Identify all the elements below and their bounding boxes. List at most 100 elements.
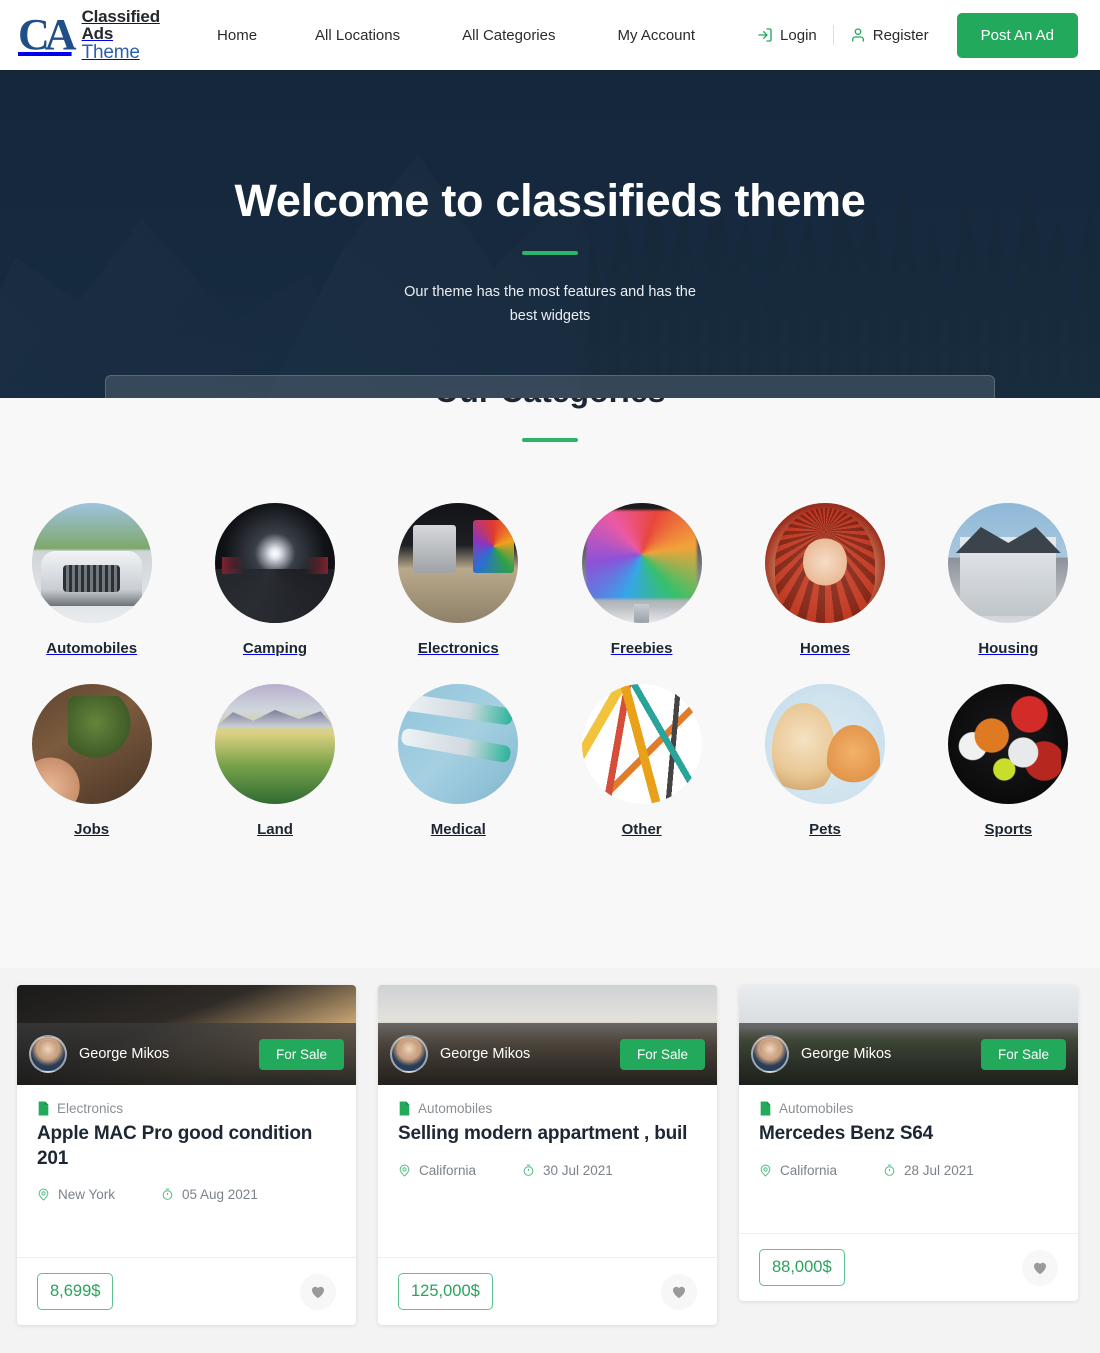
listing-date: 30 Jul 2021 [522, 1163, 613, 1178]
listing-date-label: 30 Jul 2021 [543, 1162, 613, 1178]
auth-divider [832, 25, 834, 45]
category-label: Pets [809, 821, 841, 838]
category-item-camping[interactable]: Camping [185, 503, 365, 657]
category-item-jobs[interactable]: Jobs [2, 684, 182, 838]
listing-footer: 8,699$ [17, 1257, 356, 1325]
nav-item-all-locations[interactable]: All Locations [315, 27, 400, 44]
main-nav: Home All Locations All Categories My Acc… [217, 27, 757, 44]
hero-subtitle: Our theme has the most features and has … [404, 284, 696, 324]
category-label: Electronics [417, 640, 499, 657]
nav-item-home[interactable]: Home [217, 27, 257, 44]
listing-title: Apple MAC Pro good condition 201 [37, 1123, 313, 1169]
medical-thumb [398, 684, 519, 804]
listing-location-label: California [780, 1162, 838, 1178]
category-item-medical[interactable]: Medical [368, 684, 548, 838]
listing-image: George Mikos For Sale [17, 985, 356, 1085]
listing-category: Automobiles [779, 1101, 854, 1116]
clock-icon [883, 1163, 896, 1178]
register-label: Register [872, 26, 929, 44]
listing-date: 28 Jul 2021 [883, 1163, 974, 1178]
location-pin-icon [37, 1187, 50, 1202]
nav-item-all-categories[interactable]: All Categories [462, 27, 555, 44]
categories-divider [522, 438, 578, 442]
category-label: Other [621, 821, 662, 838]
category-item-land[interactable]: Land [185, 684, 365, 838]
listing-card[interactable]: George Mikos For Sale Electronics Apple … [17, 985, 356, 1325]
avatar [390, 1035, 428, 1073]
favorite-button[interactable] [300, 1273, 336, 1310]
login-icon [757, 27, 773, 43]
category-label: Automobiles [46, 640, 138, 657]
listing-title: Selling modern appartment , buil [398, 1123, 688, 1144]
site-header: CA Classified Ads Theme Home All Locatio… [0, 0, 1100, 70]
post-an-ad-button[interactable]: Post An Ad [956, 12, 1078, 58]
category-item-homes[interactable]: Homes [735, 503, 915, 657]
listing-location: New York [37, 1187, 161, 1202]
status-badge[interactable]: For Sale [619, 1038, 705, 1070]
listing-location: California [759, 1163, 883, 1178]
listing-card[interactable]: George Mikos For Sale Automobiles Merced… [739, 985, 1078, 1301]
category-item-housing[interactable]: Housing [918, 503, 1098, 657]
avatar [29, 1035, 67, 1073]
hero-divider [522, 251, 578, 255]
listing-category-row[interactable]: Automobiles [398, 1101, 697, 1116]
logo-line-2: Theme [81, 41, 140, 63]
logo-text: Classified Ads Theme [82, 8, 177, 62]
listing-footer: 125,000$ [378, 1257, 717, 1325]
category-item-sports[interactable]: Sports [918, 684, 1098, 838]
location-pin-icon [759, 1163, 772, 1178]
category-item-freebies[interactable]: Freebies [552, 503, 732, 657]
camping-thumb [214, 503, 335, 623]
listing-body: Automobiles Mercedes Benz S64 California… [739, 1085, 1078, 1178]
category-label: Camping [242, 640, 308, 657]
category-label: Land [257, 821, 293, 838]
listing-category: Automobiles [418, 1101, 493, 1116]
document-icon [37, 1101, 50, 1116]
login-link[interactable]: Login [757, 27, 817, 44]
electronics-thumb [398, 503, 519, 623]
category-item-pets[interactable]: Pets [735, 684, 915, 838]
category-item-automobiles[interactable]: Automobiles [2, 503, 182, 657]
site-logo[interactable]: CA Classified Ads Theme [18, 8, 177, 62]
favorite-button[interactable] [661, 1273, 697, 1310]
categories-grid: Automobiles Camping Electronics Freebies… [0, 503, 1100, 838]
nav-item-my-account[interactable]: My Account [618, 27, 696, 44]
register-link[interactable]: Register [850, 27, 929, 44]
categories-section: Our Categories Automobiles Camping Elect… [0, 398, 1100, 968]
user-icon [850, 27, 866, 43]
clock-icon [522, 1163, 535, 1178]
listings-section: George Mikos For Sale Electronics Apple … [0, 968, 1100, 1353]
listing-category-row[interactable]: Automobiles [759, 1101, 1058, 1116]
listing-author-bar: George Mikos For Sale [378, 1023, 717, 1085]
housing-thumb [948, 503, 1069, 623]
land-thumb [214, 684, 335, 804]
category-label: Homes [799, 640, 850, 657]
hero-banner: Welcome to classifieds theme Our theme h… [0, 70, 1100, 398]
status-badge[interactable]: For Sale [258, 1038, 344, 1070]
listing-date: 05 Aug 2021 [161, 1187, 258, 1202]
hero-search-panel[interactable] [105, 375, 995, 398]
category-item-electronics[interactable]: Electronics [368, 503, 548, 657]
jobs-thumb [31, 684, 152, 804]
listing-meta-row: California 28 Jul 2021 [759, 1163, 1058, 1178]
listing-category-row[interactable]: Electronics [37, 1101, 336, 1116]
listing-card[interactable]: George Mikos For Sale Automobiles Sellin… [378, 985, 717, 1325]
listing-date-label: 05 Aug 2021 [182, 1187, 258, 1203]
other-thumb [581, 684, 702, 804]
listing-image: George Mikos For Sale [739, 985, 1078, 1085]
favorite-button[interactable] [1022, 1249, 1058, 1286]
category-label: Freebies [610, 640, 673, 657]
listing-price: 8,699$ [37, 1273, 114, 1310]
status-badge[interactable]: For Sale [980, 1038, 1066, 1070]
listing-price: 88,000$ [759, 1249, 845, 1286]
category-item-other[interactable]: Other [552, 684, 732, 838]
listing-price: 125,000$ [398, 1273, 493, 1310]
listing-author-bar: George Mikos For Sale [739, 1023, 1078, 1085]
listing-body: Automobiles Selling modern appartment , … [378, 1085, 717, 1178]
freebies-thumb [581, 503, 702, 623]
logo-line-1: Classified Ads [81, 6, 161, 44]
avatar [751, 1035, 789, 1073]
login-label: Login [780, 26, 817, 44]
heart-icon [310, 1284, 326, 1299]
listing-category: Electronics [57, 1101, 124, 1116]
